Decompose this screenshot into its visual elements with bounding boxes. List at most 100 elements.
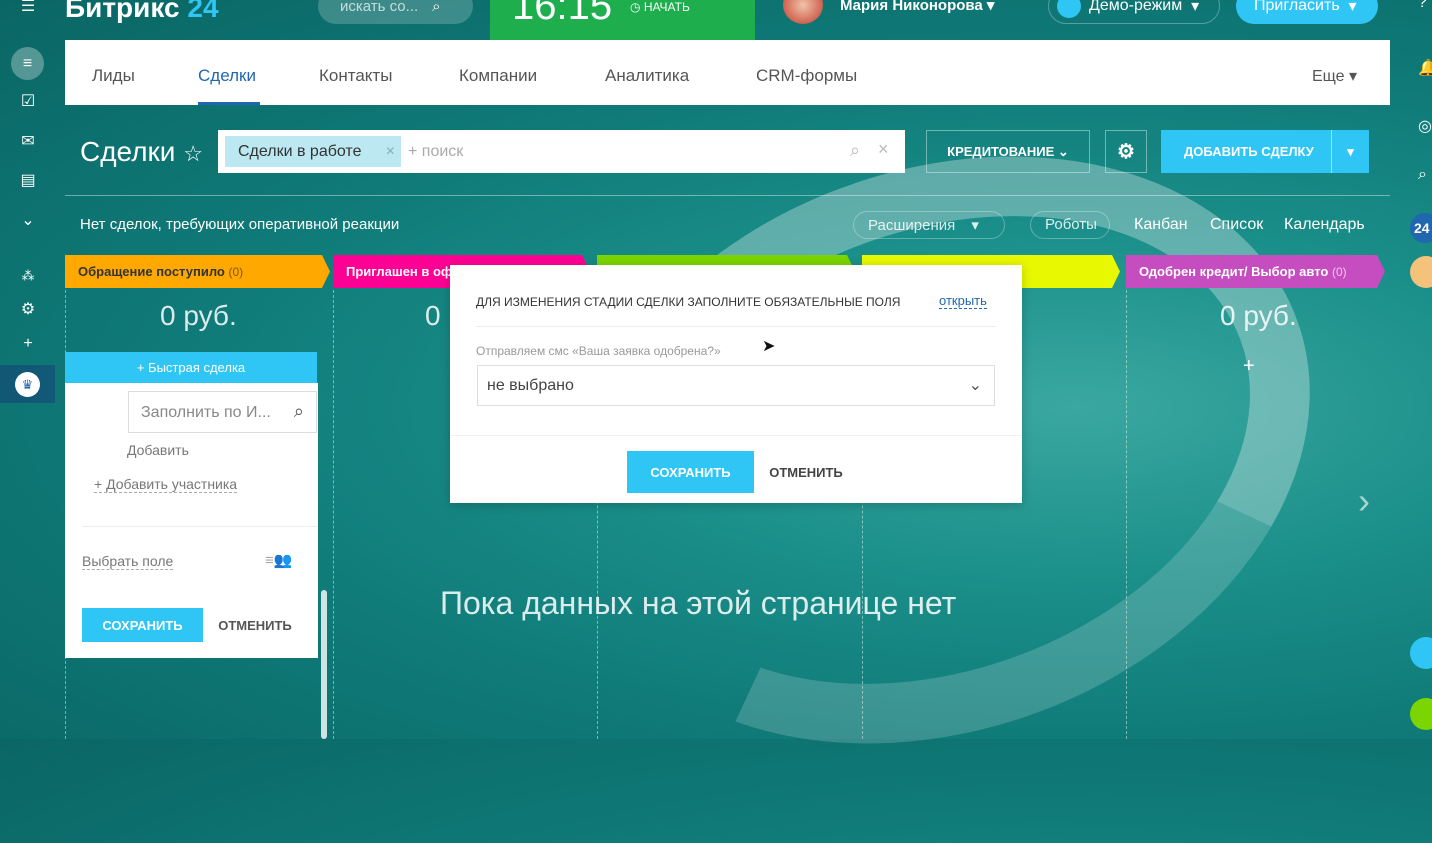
- notice-text: Нет сделок, требующих оперативной реакци…: [80, 216, 400, 233]
- left-sidebar: ☰ ≡ ☑ ✉ ▤ ⌄ ⁂ ⚙ + ♛: [0, 0, 55, 739]
- view-kanban[interactable]: Канбан: [1134, 216, 1188, 234]
- column-divider: [1126, 290, 1127, 739]
- help-icon[interactable]: ?: [1418, 0, 1427, 12]
- menu-icon[interactable]: ☰: [17, 0, 39, 18]
- view-list[interactable]: Список: [1210, 216, 1263, 234]
- robots-button[interactable]: Роботы: [1030, 211, 1110, 239]
- bell-icon[interactable]: 🔔: [1418, 58, 1432, 78]
- chevron-down-icon: ⌄: [968, 377, 982, 394]
- plus-icon[interactable]: +: [17, 333, 39, 355]
- category-dropdown[interactable]: КРЕДИТОВАНИЕ ⌄: [926, 130, 1090, 173]
- demo-label: Демо-режим: [1089, 0, 1183, 14]
- plus-icon[interactable]: +: [1243, 355, 1255, 378]
- start-button[interactable]: ◷ НАЧАТЬ: [630, 0, 690, 14]
- stage-count: (0): [228, 265, 244, 279]
- divider: [450, 435, 1022, 436]
- structure-icon[interactable]: ⁂: [17, 265, 39, 287]
- phone-icon[interactable]: [1410, 698, 1432, 730]
- open-link[interactable]: открыть: [939, 293, 987, 309]
- search-input[interactable]: искать со... ⌕: [318, 0, 473, 24]
- tab-leads[interactable]: Лиды: [92, 66, 135, 86]
- mail-icon[interactable]: ✉: [17, 131, 39, 153]
- popup-save-button[interactable]: СОХРАНИТЬ: [627, 451, 754, 493]
- select-value: не выбрано: [487, 377, 574, 394]
- user-menu[interactable]: Мария Никонорова ▾: [840, 0, 994, 14]
- crown-icon: ♛: [15, 372, 40, 397]
- right-sidebar: ? 🔔 ◎ ⌕ 24: [1400, 0, 1432, 739]
- stage-sum: 0 руб.: [160, 300, 237, 331]
- page-title: Сделки ☆: [80, 136, 203, 168]
- client-search-input[interactable]: Заполнить по И... ⌕: [128, 391, 317, 433]
- avatar[interactable]: [1410, 256, 1432, 288]
- add-participant-link[interactable]: + Добавить участника: [94, 476, 238, 493]
- view-calendar[interactable]: Календарь: [1284, 216, 1365, 234]
- close-icon[interactable]: ×: [386, 136, 395, 167]
- filter-search[interactable]: Сделки в работе × + поиск ⌕ ×: [218, 130, 905, 173]
- filter-icon[interactable]: ≡: [11, 47, 44, 80]
- users-icon[interactable]: ≡👥: [265, 551, 292, 569]
- popup-cancel-button[interactable]: ОТМЕНИТЬ: [760, 451, 852, 493]
- logo-text: Битрикс: [65, 0, 180, 23]
- quick-deal-label: + Быстрая сделка: [136, 360, 246, 375]
- add-deal-button[interactable]: ДОБАВИТЬ СДЕЛКУ ▾: [1161, 130, 1369, 173]
- divider: [65, 195, 1390, 196]
- quick-save-button[interactable]: СОХРАНИТЬ: [82, 608, 203, 642]
- category-label: КРЕДИТОВАНИЕ: [947, 144, 1055, 159]
- tab-more[interactable]: Еще ▾: [1312, 66, 1357, 86]
- stage-header[interactable]: Обращение поступило (0): [65, 255, 330, 288]
- invite-button[interactable]: Пригласить ▾: [1236, 0, 1378, 24]
- clear-icon[interactable]: ×: [878, 139, 889, 160]
- search-icon[interactable]: ⌕: [1418, 166, 1427, 184]
- messenger-icon[interactable]: [1410, 637, 1432, 669]
- search-icon[interactable]: ⌕: [850, 140, 860, 161]
- client-search-placeholder: Заполнить по И...: [141, 404, 271, 421]
- extensions-button[interactable]: Расширения ▾: [853, 211, 1005, 239]
- clock: 16:15: [512, 0, 613, 28]
- add-link[interactable]: Добавить: [127, 442, 189, 458]
- tab-deals[interactable]: Сделки: [198, 66, 256, 86]
- chevron-circle-icon[interactable]: ⌄: [17, 210, 39, 232]
- sms-select[interactable]: не выбрано ⌄: [477, 365, 995, 406]
- stage-count: (0): [1331, 265, 1347, 279]
- tab-companies[interactable]: Компании: [459, 66, 537, 86]
- tab-contacts[interactable]: Контакты: [319, 66, 392, 86]
- presentation-icon: [1057, 0, 1081, 18]
- search-placeholder: + поиск: [408, 143, 464, 160]
- tab-crm-forms[interactable]: CRM-формы: [756, 66, 857, 86]
- star-icon[interactable]: ☆: [183, 141, 203, 166]
- tasks-icon[interactable]: ☑: [17, 91, 39, 113]
- robots-label: Роботы: [1045, 216, 1097, 233]
- quick-cancel-button[interactable]: ОТМЕНИТЬ: [210, 608, 300, 642]
- add-deal-dropdown[interactable]: ▾: [1331, 130, 1369, 173]
- tab-analytics[interactable]: Аналитика: [605, 66, 689, 86]
- divider: [82, 526, 318, 527]
- time-tracker[interactable]: 16:15 ◷ НАЧАТЬ: [490, 0, 755, 40]
- search-icon: ⌕: [293, 401, 304, 421]
- chat-icon[interactable]: ◎: [1418, 116, 1432, 136]
- bitrix24-icon[interactable]: 24: [1410, 213, 1432, 243]
- gear-icon[interactable]: ⚙: [17, 299, 39, 321]
- divider: [476, 326, 996, 327]
- chevron-right-icon[interactable]: ›: [1358, 480, 1370, 522]
- add-deal-label: ДОБАВИТЬ СДЕЛКУ: [1184, 144, 1314, 159]
- filter-tag-label: Сделки в работе: [238, 143, 362, 160]
- save-label: СОХРАНИТЬ: [102, 617, 183, 633]
- filter-tag[interactable]: Сделки в работе ×: [225, 136, 401, 167]
- column-divider: [333, 290, 334, 739]
- logo[interactable]: Битрикс 24: [65, 0, 219, 24]
- scrollbar[interactable]: [321, 590, 327, 739]
- save-label: СОХРАНИТЬ: [650, 464, 731, 480]
- stage-header[interactable]: Одобрен кредит/ Выбор авто (0): [1126, 255, 1385, 288]
- demo-mode-button[interactable]: Демо-режим ▾: [1048, 0, 1220, 24]
- empty-message: Пока данных на этой странице нет: [440, 585, 957, 621]
- quick-deal-form: Заполнить по И... ⌕ Добавить + Добавить у…: [65, 383, 318, 658]
- start-label: НАЧАТЬ: [643, 0, 690, 14]
- avatar[interactable]: [783, 0, 823, 24]
- sidebar-item-crm[interactable]: ♛: [0, 365, 55, 403]
- quick-deal-button[interactable]: + Быстрая сделка: [65, 352, 317, 383]
- choose-field-link[interactable]: Выбрать поле: [82, 553, 174, 570]
- invite-label: Пригласить: [1254, 0, 1340, 14]
- feed-icon[interactable]: ▤: [17, 170, 39, 192]
- gear-icon[interactable]: ⚙: [1105, 130, 1147, 173]
- crm-nav: Лиды Сделки Контакты Компании Аналитика …: [65, 40, 1390, 105]
